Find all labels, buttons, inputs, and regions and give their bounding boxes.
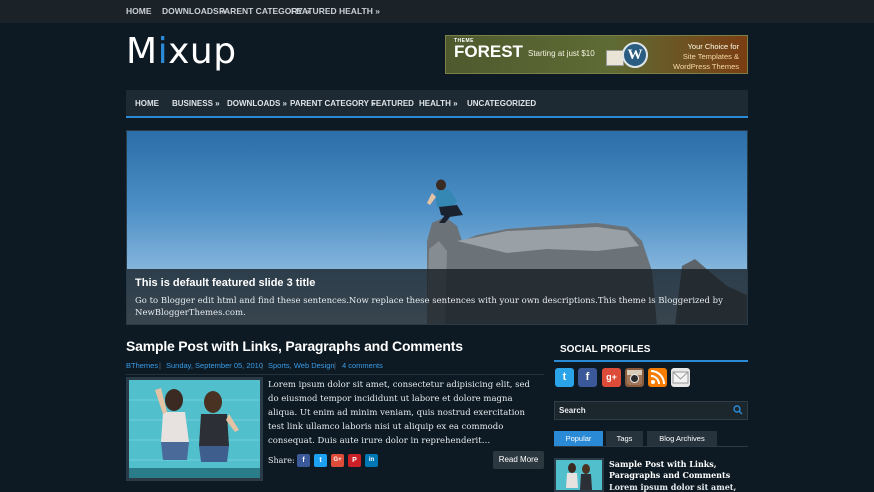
ad-price: Starting at just $10 xyxy=(528,49,595,58)
site-logo[interactable]: Mixup xyxy=(126,31,237,72)
google-plus-icon[interactable]: g+ xyxy=(602,368,621,387)
mainnav-parent-category[interactable]: PARENT CATEGORY » xyxy=(290,90,376,118)
pinterest-share-icon[interactable]: P xyxy=(348,454,361,467)
tab-tags[interactable]: Tags xyxy=(606,431,643,446)
ad-tagline-2-line: Site Templates & xyxy=(682,52,739,61)
search-placeholder: Search xyxy=(559,406,586,415)
read-more-button[interactable]: Read More xyxy=(493,451,544,469)
topnav-downloads[interactable]: DOWNLOADS » xyxy=(162,0,226,23)
tab-underline xyxy=(554,446,748,447)
share-label: Share: xyxy=(268,456,295,465)
popular-thumbnail-image xyxy=(556,460,602,490)
social-profiles-heading: SOCIAL PROFILES xyxy=(554,338,748,362)
social-profiles-title: SOCIAL PROFILES xyxy=(560,344,651,355)
tab-popular[interactable]: Popular xyxy=(554,431,603,446)
search-input[interactable]: Search xyxy=(554,401,748,420)
logo-accent-letter: i xyxy=(157,31,169,72)
facebook-icon[interactable]: f xyxy=(578,368,597,387)
ad-brand-small: THEME xyxy=(454,38,474,44)
rss-glyph xyxy=(650,370,665,385)
mainnav-health[interactable]: HEALTH » xyxy=(419,90,458,118)
mainnav-downloads[interactable]: DOWNLOADS » xyxy=(227,90,287,118)
meta-separator: | xyxy=(334,361,336,370)
google-plus-share-icon[interactable]: G+ xyxy=(331,454,344,467)
instagram-glyph xyxy=(627,370,642,385)
featured-slider[interactable]: This is default featured slide 3 title G… xyxy=(126,130,748,325)
logo-prefix: M xyxy=(126,31,158,72)
rss-icon[interactable] xyxy=(648,368,667,387)
ad-tagline-2: Site Templates & WordPress Themes xyxy=(673,52,739,72)
thumbnail-image xyxy=(129,380,260,478)
popular-post-title[interactable]: Sample Post with Links, Paragraphs and C… xyxy=(609,459,749,481)
popular-post-thumbnail[interactable] xyxy=(554,458,604,492)
post-title[interactable]: Sample Post with Links, Paragraphs and C… xyxy=(126,338,463,354)
ad-brand-name: FOREST xyxy=(454,42,523,61)
top-navigation-bar: HOME DOWNLOADS » PARENT CATEGORY » FEATU… xyxy=(0,0,874,23)
search-icon[interactable] xyxy=(733,405,743,415)
post-author[interactable]: BThemes xyxy=(126,361,158,370)
email-icon[interactable] xyxy=(671,368,690,387)
post-thumbnail[interactable] xyxy=(126,377,263,481)
mainnav-home[interactable]: HOME xyxy=(135,90,159,118)
post-date[interactable]: Sunday, September 05, 2010 xyxy=(166,361,263,370)
topnav-health[interactable]: HEALTH » xyxy=(339,0,380,23)
ad-brand: THEME FOREST xyxy=(454,38,523,62)
popular-post-excerpt: Lorem ipsum dolor sit amet, xyxy=(609,482,737,492)
logo-rest: xup xyxy=(168,31,237,72)
post-labels[interactable]: Sports, Web Design xyxy=(268,361,335,370)
instagram-icon[interactable] xyxy=(625,368,644,387)
meta-divider xyxy=(126,374,544,375)
linkedin-share-icon[interactable]: in xyxy=(365,454,378,467)
email-glyph xyxy=(672,371,689,384)
wordpress-logo-icon: W xyxy=(622,42,648,68)
tab-blog-archives[interactable]: Blog Archives xyxy=(647,431,717,446)
mainnav-featured[interactable]: FEATURED xyxy=(371,90,414,118)
twitter-share-icon[interactable]: t xyxy=(314,454,327,467)
facebook-share-icon[interactable]: f xyxy=(297,454,310,467)
twitter-icon[interactable]: t xyxy=(555,368,574,387)
meta-separator: | xyxy=(261,361,263,370)
ad-tagline-1: Your Choice for xyxy=(687,42,739,51)
meta-separator: | xyxy=(159,361,161,370)
post-comments[interactable]: 4 comments xyxy=(342,361,383,370)
topnav-featured[interactable]: FEATURED xyxy=(291,0,337,23)
mainnav-uncategorized[interactable]: UNCATEGORIZED xyxy=(467,90,536,118)
slide-description: Go to Blogger edit html and find these s… xyxy=(135,296,723,318)
ad-tagline-3-line: WordPress Themes xyxy=(673,62,739,71)
topnav-home[interactable]: HOME xyxy=(126,0,152,23)
post-excerpt: Lorem ipsum dolor sit amet, consectetur … xyxy=(268,380,531,446)
main-navigation: HOME BUSINESS » DOWNLOADS » PARENT CATEG… xyxy=(126,90,748,118)
slide-title[interactable]: This is default featured slide 3 title xyxy=(135,277,315,289)
advertisement-banner[interactable]: THEME FOREST Starting at just $10 W Your … xyxy=(445,35,748,74)
slide-caption: This is default featured slide 3 title G… xyxy=(127,269,747,324)
mainnav-business[interactable]: BUSINESS » xyxy=(172,90,220,118)
